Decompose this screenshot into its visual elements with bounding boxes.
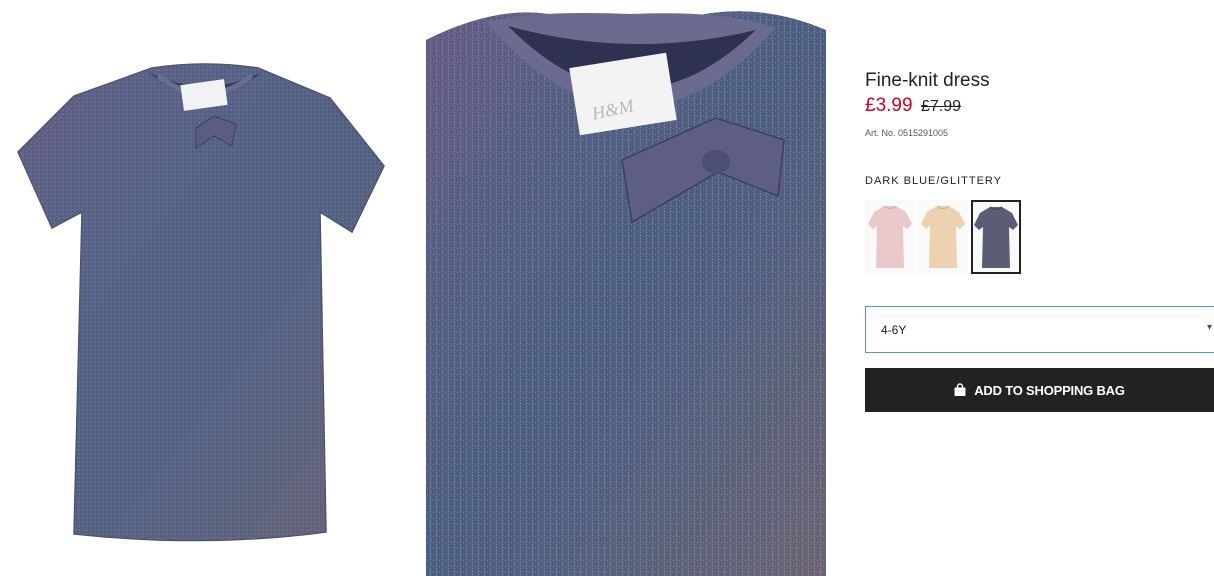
swatch-beige[interactable] — [918, 200, 968, 274]
swatch-beige-image — [921, 205, 965, 268]
original-price: £7.99 — [921, 98, 962, 115]
add-to-bag-label: ADD TO SHOPPING BAG — [974, 382, 1125, 398]
shopping-bag-icon — [954, 383, 966, 396]
selected-color-label: DARK BLUE/GLITTERY — [865, 175, 1002, 187]
product-image-main[interactable] — [0, 0, 408, 576]
size-select[interactable]: 4-6Y ▾ — [865, 306, 1214, 353]
article-number: Art. No. 0515291005 — [865, 128, 949, 138]
swatch-light-pink[interactable] — [865, 200, 915, 274]
add-to-bag-button[interactable]: ADD TO SHOPPING BAG — [865, 368, 1214, 412]
swatch-dark-blue-image — [974, 206, 1018, 268]
size-selected-value: 4-6Y — [881, 323, 907, 337]
product-info: Fine-knit dress £3.99 £7.99 Art. No. 051… — [865, 0, 1214, 576]
swatch-dark-blue-glittery[interactable] — [971, 200, 1021, 274]
swatch-light-pink-image — [868, 205, 912, 268]
product-image-detail[interactable]: H&M — [426, 0, 826, 576]
chevron-down-icon: ▾ — [1206, 322, 1212, 333]
dress-illustration-full — [17, 63, 385, 542]
dress-neckline-closeup: H&M — [426, 11, 826, 576]
sale-price: £3.99 — [865, 95, 913, 116]
price-row: £3.99 £7.99 — [865, 95, 961, 117]
product-title: Fine-knit dress — [865, 70, 990, 91]
